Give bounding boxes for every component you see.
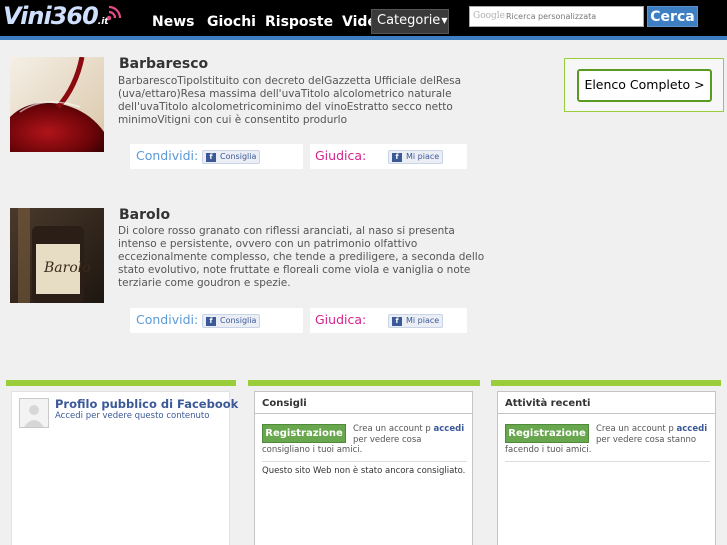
search-input[interactable]: Google Ricerca personalizzata [469,6,644,27]
rate-box: Giudica: f Mi piace [310,144,467,169]
recommend-label: Consiglia [220,316,257,325]
register-prompt-text: per vedere cosa stanno [596,435,697,445]
register-prompt-text: Crea un account p [596,424,674,434]
recent-activity-widget: Attività recenti Registrazione Crea un a… [497,391,716,545]
profile-title[interactable]: Profilo pubblico di Facebook [55,397,238,411]
article-title-barbaresco[interactable]: Barbaresco [119,56,208,72]
divider [505,461,710,462]
wifi-signal-icon [106,5,122,21]
share-label: Condividi: [136,312,199,327]
facebook-f-icon: f [392,317,402,326]
wine-glass-image [10,57,104,152]
categories-label: Categorie [377,13,441,28]
divider [262,461,467,462]
full-list-panel: Elenco Completo > [564,58,724,112]
recent-activity-heading: Attività recenti [498,392,715,414]
article-description-barolo: Di colore rosso granato con riflessi ara… [118,225,485,289]
barolo-thumbnail[interactable]: Barolo [10,208,104,303]
recommend-label: Consiglia [220,152,257,161]
register-prompt: Crea un account p accedi per vedere cosa [353,424,468,446]
caret-down-icon: ▼ [441,16,448,25]
share-box: Condividi: f Consiglia [130,308,303,333]
register-button[interactable]: Registrazione [505,424,589,443]
facebook-profile-widget: Profilo pubblico di Facebook Accedi per … [11,391,238,545]
site-logo[interactable]: Vini360.it [3,2,109,34]
header-accent-line [0,36,727,40]
categories-dropdown[interactable]: Categorie▼ [371,9,449,34]
register-prompt-text: per vedere cosa [353,435,422,445]
article-description-barbaresco: BarbarescoTipoIstituito con decreto delG… [118,75,462,126]
facebook-like-button[interactable]: f Mi piace [388,150,444,164]
full-list-button[interactable]: Elenco Completo > [577,69,712,102]
rate-box: Giudica: f Mi piace [310,308,467,333]
wine-bottle-image: Barolo [10,208,104,303]
nav-item-news[interactable]: News [152,14,194,30]
facebook-like-button[interactable]: f Mi piace [388,314,444,328]
recommendations-heading: Consigli [255,392,472,414]
like-label: Mi piace [406,152,440,161]
widget-accent-bar [248,380,480,386]
article-title-barolo[interactable]: Barolo [119,207,170,223]
rate-label: Giudica: [315,312,367,327]
no-recommendations-note: Questo sito Web non è stato ancora consi… [262,466,466,476]
rate-label: Giudica: [315,148,367,163]
google-brand-text: Google [473,11,505,21]
register-button[interactable]: Registrazione [262,424,346,443]
register-prompt-text: facendo i tuoi amici. [505,445,592,455]
facebook-f-icon: f [392,153,402,162]
svg-text:Barolo: Barolo [43,260,91,276]
facebook-f-icon: f [206,317,216,326]
register-prompt-text: Crea un account p [353,424,431,434]
facebook-recommend-button[interactable]: f Consiglia [202,150,261,164]
widget-accent-bar [6,380,236,386]
like-label: Mi piace [406,316,440,325]
nav-item-risposte[interactable]: Risposte [265,14,333,30]
login-link[interactable]: accedi [677,424,708,434]
share-box: Condividi: f Consiglia [130,144,303,169]
profile-placeholder-icon [19,398,49,428]
recommendations-widget: Consigli Registrazione Crea un account p… [254,391,473,545]
facebook-recommend-button[interactable]: f Consiglia [202,314,261,328]
logo-text: Vini360 [3,2,99,30]
login-link[interactable]: accedi [434,424,465,434]
search-placeholder: Ricerca personalizzata [506,12,597,21]
share-label: Condividi: [136,148,199,163]
profile-subtitle[interactable]: Accedi per vedere questo contenuto [55,411,209,421]
facebook-f-icon: f [206,153,216,162]
register-prompt-text: consigliano i tuoi amici. [262,445,363,455]
search-button[interactable]: Cerca [647,6,698,27]
nav-item-giochi[interactable]: Giochi [207,14,256,30]
barbaresco-thumbnail[interactable] [10,57,104,152]
widget-accent-bar [491,380,721,386]
register-prompt: Crea un account p accedi per vedere cosa… [596,424,711,446]
